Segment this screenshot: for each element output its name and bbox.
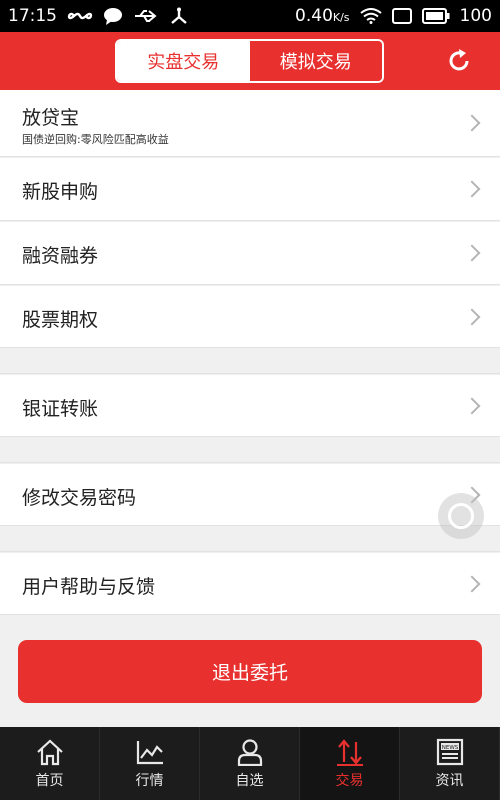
battery-icon xyxy=(421,8,450,24)
data-speed: 0.40K/s xyxy=(295,6,350,26)
tab-simulated-trading[interactable]: 模拟交易 xyxy=(249,41,382,81)
menu-item-label: 股票期权 xyxy=(22,309,99,331)
share-icon xyxy=(169,7,189,25)
menu-item-subtitle: 国债逆回购:零风险匹配高收益 xyxy=(22,133,169,146)
section-divider xyxy=(0,438,500,463)
app-header: 实盘交易 模拟交易 xyxy=(0,32,500,90)
chevron-right-icon xyxy=(463,114,481,132)
tab-news[interactable]: NEWS 资讯 xyxy=(400,727,500,800)
usb-icon xyxy=(133,8,159,24)
chevron-right-icon xyxy=(463,397,481,415)
menu-item-fangdaibao[interactable]: 放贷宝 国债逆回购:零风险匹配高收益 xyxy=(0,90,500,157)
refresh-icon[interactable] xyxy=(444,46,474,76)
chevron-right-icon xyxy=(463,244,481,262)
tab-watchlist[interactable]: 自选 xyxy=(200,727,300,800)
logout-button[interactable]: 退出委托 xyxy=(18,640,482,703)
chart-icon xyxy=(135,738,165,766)
menu-item-label: 银证转账 xyxy=(22,398,99,420)
menu-item-ipo-subscription[interactable]: 新股申购 xyxy=(0,158,500,221)
sim-icon xyxy=(391,8,412,24)
menu-item-stock-options[interactable]: 股票期权 xyxy=(0,286,500,348)
section-divider xyxy=(0,349,500,374)
tab-label: 首页 xyxy=(35,772,64,789)
menu-item-label: 用户帮助与反馈 xyxy=(22,576,156,598)
chevron-right-icon xyxy=(463,575,481,593)
tab-home[interactable]: 首页 xyxy=(0,727,100,800)
trade-arrows-icon xyxy=(335,738,365,766)
circle-icon xyxy=(448,503,474,529)
trade-mode-switch: 实盘交易 模拟交易 xyxy=(115,39,384,83)
menu-item-label: 放贷宝 xyxy=(22,107,80,129)
tab-label: 行情 xyxy=(135,772,164,789)
wifi-icon xyxy=(359,8,382,24)
tab-market[interactable]: 行情 xyxy=(100,727,200,800)
menu-item-label: 修改交易密码 xyxy=(22,487,137,509)
menu-item-help-feedback[interactable]: 用户帮助与反馈 xyxy=(0,553,500,615)
menu-item-change-password[interactable]: 修改交易密码 xyxy=(0,464,500,526)
section-divider xyxy=(0,527,500,552)
menu-item-margin-trading[interactable]: 融资融券 xyxy=(0,222,500,285)
battery-level: 100 xyxy=(459,6,492,26)
chat-bubble-icon xyxy=(103,7,123,25)
svg-text:NEWS: NEWS xyxy=(441,744,458,750)
user-icon xyxy=(235,738,265,766)
chevron-right-icon xyxy=(463,308,481,326)
status-bar: 17:15 0.40K/s 100 xyxy=(0,0,500,32)
bottom-tab-bar: 首页 行情 自选 交易 NEWS 资讯 xyxy=(0,727,500,800)
floating-assistive-button[interactable] xyxy=(438,493,484,539)
home-icon xyxy=(35,738,65,766)
infinity-icon xyxy=(67,9,93,23)
tab-label: 交易 xyxy=(335,772,364,789)
news-icon: NEWS xyxy=(435,738,465,766)
tab-label: 自选 xyxy=(235,772,264,789)
tab-real-trading[interactable]: 实盘交易 xyxy=(117,41,250,81)
status-time: 17:15 xyxy=(8,6,57,26)
chevron-right-icon xyxy=(463,180,481,198)
tab-label: 资讯 xyxy=(435,772,464,789)
menu-item-bank-transfer[interactable]: 银证转账 xyxy=(0,375,500,437)
menu-item-label: 融资融券 xyxy=(22,245,99,267)
tab-trade[interactable]: 交易 xyxy=(300,727,400,800)
menu-item-label: 新股申购 xyxy=(22,181,99,203)
